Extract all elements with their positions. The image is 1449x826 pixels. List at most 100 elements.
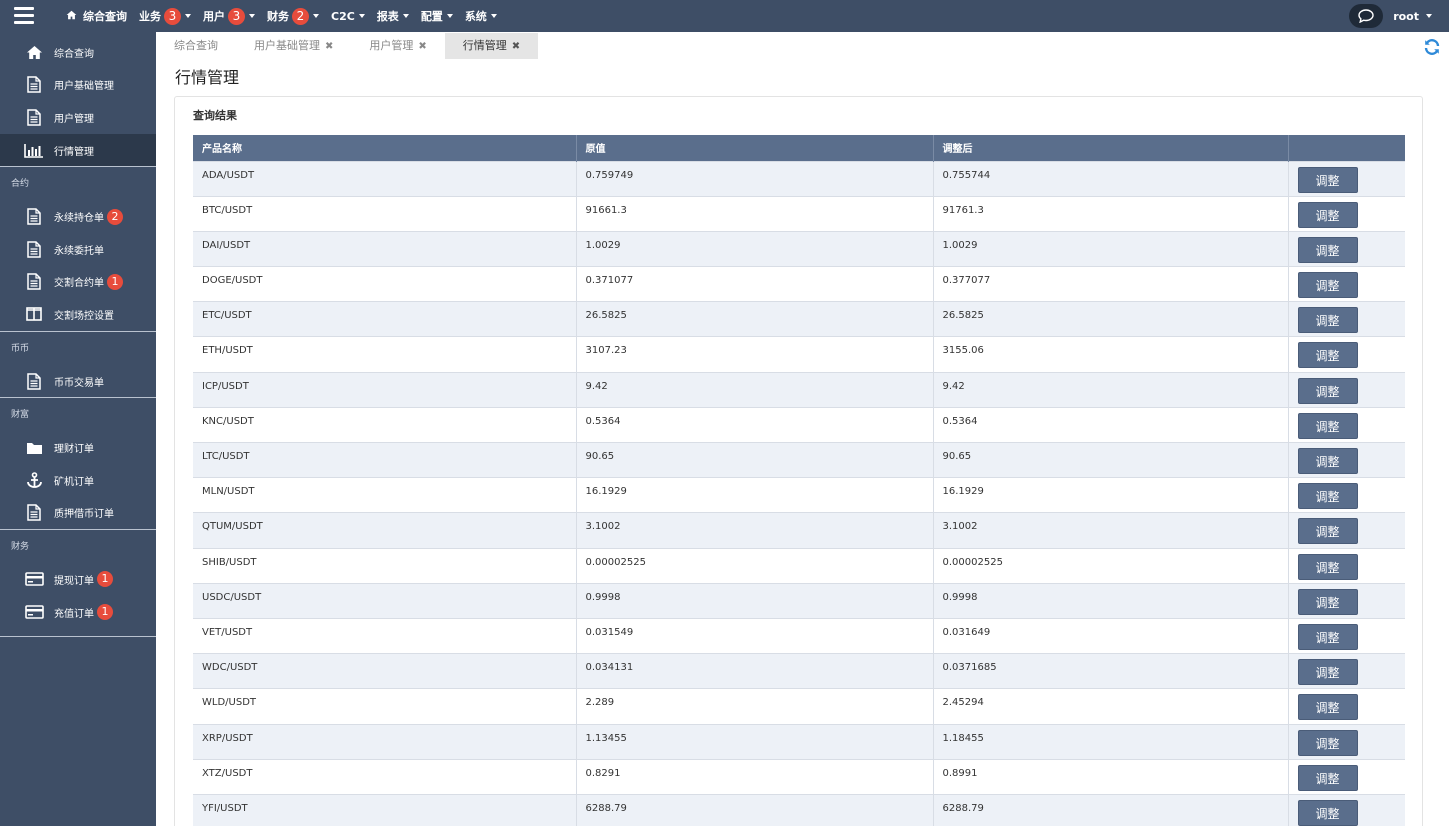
table-row: ICP/USDT 9.42 9.42 调整 xyxy=(193,371,1405,408)
adjust-button[interactable]: 调整 xyxy=(1297,377,1358,404)
panel-title: 查询结果 xyxy=(193,109,237,122)
top-nav-item-4[interactable]: C2C xyxy=(331,10,365,23)
table-row: XTZ/USDT 0.8291 0.8991 调整 xyxy=(193,758,1405,795)
action-cell: 调整 xyxy=(1287,160,1405,197)
table-cell: 0.8991 xyxy=(932,758,1288,795)
adjust-button[interactable]: 调整 xyxy=(1297,799,1358,826)
top-nav-item-0[interactable]: 综合查询 xyxy=(66,8,127,24)
table-cell: YFI/USDT xyxy=(193,793,576,826)
sidebar-item[interactable]: 矿机订单 xyxy=(0,464,156,497)
sidebar-item[interactable]: 交割合约单 1 xyxy=(0,266,156,299)
document-icon xyxy=(24,371,44,391)
table-header-row: 产品名称 原值 调整后 xyxy=(193,135,1405,161)
table-cell: 9.42 xyxy=(575,371,933,408)
table-cell: 3155.06 xyxy=(932,336,1288,373)
sidebar-item[interactable]: 理财订单 xyxy=(0,431,156,464)
table-cell: VET/USDT xyxy=(193,617,576,654)
table-cell: USDC/USDT xyxy=(193,582,576,619)
top-nav-item-6[interactable]: 配置 xyxy=(421,8,453,24)
table-row: BTC/USDT 91661.3 91761.3 调整 xyxy=(193,195,1405,232)
sidebar-item[interactable]: 永续持仓单 2 xyxy=(0,200,156,233)
top-nav-label: 报表 xyxy=(376,10,399,23)
adjust-button[interactable]: 调整 xyxy=(1297,412,1358,439)
top-nav-label: 综合查询 xyxy=(83,10,127,23)
sidebar-item-label: 矿机订单 xyxy=(54,476,94,488)
chat-icon[interactable] xyxy=(1349,4,1384,28)
adjust-button[interactable]: 调整 xyxy=(1297,729,1358,756)
adjust-button[interactable]: 调整 xyxy=(1297,694,1358,721)
table-cell: ETC/USDT xyxy=(193,301,576,337)
sidebar-item[interactable]: 行情管理 xyxy=(0,133,156,167)
home-icon xyxy=(66,10,77,23)
close-icon[interactable]: ✖ xyxy=(325,41,333,52)
top-nav-label: 配置 xyxy=(420,10,443,23)
top-nav-item-3[interactable]: 财务 2 xyxy=(267,7,319,25)
top-nav-item-1[interactable]: 业务 3 xyxy=(139,7,191,25)
table-row: DOGE/USDT 0.371077 0.377077 调整 xyxy=(193,266,1405,302)
sidebar-item-label: 交割合约单 xyxy=(54,278,104,290)
table-cell: 2.289 xyxy=(575,688,933,724)
adjust-button[interactable]: 调整 xyxy=(1297,764,1358,791)
adjust-button[interactable]: 调整 xyxy=(1297,307,1358,334)
adjust-button[interactable]: 调整 xyxy=(1297,553,1358,580)
adjust-button[interactable]: 调整 xyxy=(1297,659,1358,686)
action-cell: 调整 xyxy=(1287,617,1405,654)
table-row: XRP/USDT 1.13455 1.18455 调整 xyxy=(193,723,1405,760)
sidebar-item[interactable]: 用户基础管理 xyxy=(0,69,156,102)
table-cell: ADA/USDT xyxy=(193,160,576,197)
top-nav-item-7[interactable]: 系统 xyxy=(465,8,497,24)
chevron-down-icon xyxy=(1426,14,1432,18)
table-row: WLD/USDT 2.289 2.45294 调整 xyxy=(193,688,1405,724)
tab-item[interactable]: 用户管理 ✖ xyxy=(351,33,444,59)
sidebar-item[interactable]: 用户管理 xyxy=(0,101,156,134)
adjust-button[interactable]: 调整 xyxy=(1297,483,1358,510)
top-nav-label: 业务 xyxy=(139,10,161,23)
adjust-button[interactable]: 调整 xyxy=(1297,588,1358,615)
sidebar-item[interactable]: 提现订单 1 xyxy=(0,563,156,596)
page-title: 行情管理 xyxy=(175,68,240,87)
menu-toggle-icon[interactable] xyxy=(14,7,34,25)
tab-item[interactable]: 行情管理 ✖ xyxy=(444,33,539,59)
adjust-button[interactable]: 调整 xyxy=(1297,342,1358,369)
tab-label: 行情管理 xyxy=(462,39,507,52)
action-cell: 调整 xyxy=(1287,266,1405,302)
column-header: 产品名称 xyxy=(193,135,576,161)
sidebar-main-items: 综合查询用户基础管理用户管理 行情管理 xyxy=(0,32,156,167)
close-icon[interactable]: ✖ xyxy=(512,41,520,52)
top-nav-item-2[interactable]: 用户 3 xyxy=(203,7,255,25)
adjust-button[interactable]: 调整 xyxy=(1297,623,1358,650)
chevron-down-icon xyxy=(313,14,319,18)
table-cell: XTZ/USDT xyxy=(193,758,576,795)
sidebar-group-title: 合约 xyxy=(0,166,156,200)
sidebar-item[interactable]: 质押借币订单 xyxy=(0,497,156,530)
table-row: MLN/USDT 16.1929 16.1929 调整 xyxy=(193,477,1405,513)
sidebar-item-label: 用户基础管理 xyxy=(54,81,114,93)
adjust-button[interactable]: 调整 xyxy=(1297,236,1358,263)
sidebar-item[interactable]: 综合查询 xyxy=(0,36,156,69)
refresh-icon[interactable] xyxy=(1423,38,1441,56)
sidebar-item-label: 币币交易单 xyxy=(54,377,104,389)
table-cell: WDC/USDT xyxy=(193,653,576,689)
table-row: QTUM/USDT 3.1002 3.1002 调整 xyxy=(193,512,1405,549)
close-icon[interactable]: ✖ xyxy=(418,41,426,52)
sidebar-item[interactable]: 充值订单 1 xyxy=(0,596,156,629)
adjust-button[interactable]: 调整 xyxy=(1297,166,1358,193)
sidebar-item[interactable]: 币币交易单 xyxy=(0,365,156,398)
user-menu[interactable]: root xyxy=(1393,10,1432,23)
tab-item[interactable]: 用户基础管理 ✖ xyxy=(236,33,351,59)
table-cell: 26.5825 xyxy=(575,301,933,337)
table-row: USDC/USDT 0.9998 0.9998 调整 xyxy=(193,582,1405,619)
sidebar-item-label: 永续委托单 xyxy=(54,245,104,257)
adjust-button[interactable]: 调整 xyxy=(1297,272,1358,299)
top-nav-item-5[interactable]: 报表 xyxy=(377,8,409,24)
tab-item[interactable]: 综合查询 xyxy=(156,33,236,59)
adjust-button[interactable]: 调整 xyxy=(1297,518,1358,545)
adjust-button[interactable]: 调整 xyxy=(1297,448,1358,474)
column-header xyxy=(1287,135,1405,161)
sidebar-item[interactable]: 永续委托单 xyxy=(0,233,156,266)
market-table: 产品名称 原值 调整后 ADA/USDT 0.759749 0.755744 调整 BTC/… xyxy=(193,135,1405,826)
chevron-down-icon xyxy=(185,14,191,18)
table-cell: 0.755744 xyxy=(932,160,1288,197)
sidebar-item[interactable]: 交割场控设置 xyxy=(0,298,156,331)
adjust-button[interactable]: 调整 xyxy=(1297,201,1358,228)
